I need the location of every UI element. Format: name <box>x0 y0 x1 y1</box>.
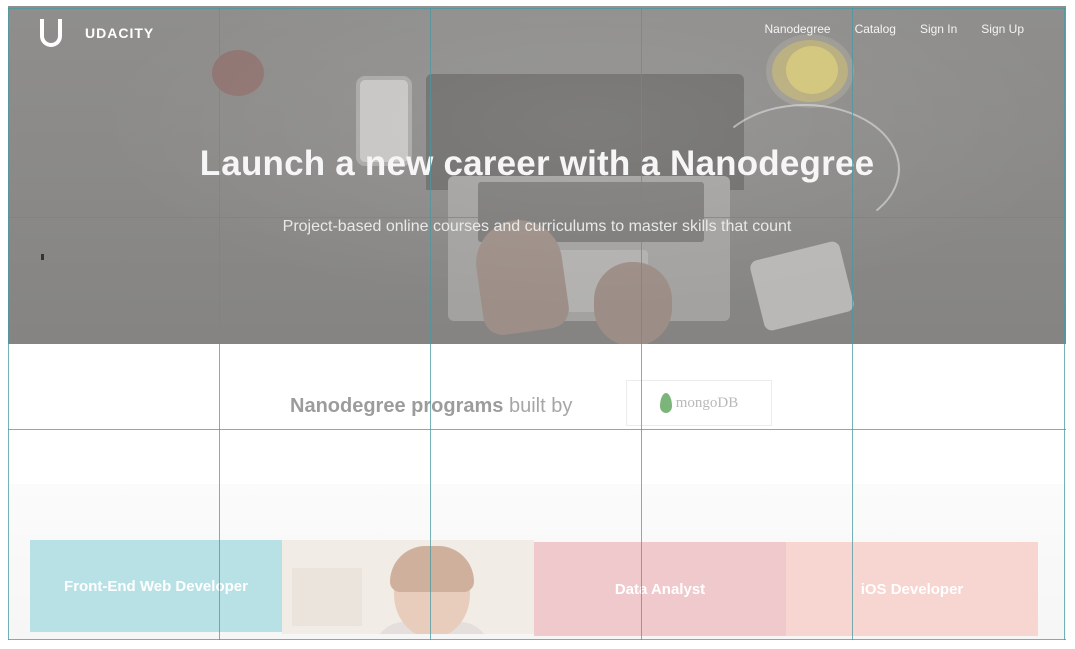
card-data-analyst[interactable]: Data Analyst <box>534 542 786 636</box>
grid-line-horizontal <box>8 429 1066 430</box>
card-ios-developer[interactable]: iOS Developer <box>786 542 1038 636</box>
grid-line-vertical <box>8 8 9 640</box>
nav-catalog[interactable]: Catalog <box>855 22 896 36</box>
nav-nanodegree[interactable]: Nanodegree <box>765 22 831 36</box>
nav-sign-in[interactable]: Sign In <box>920 22 957 36</box>
home-logo-link[interactable]: UDACITY <box>36 16 154 50</box>
leaf-icon <box>659 393 672 413</box>
hero-banner: UDACITY Nanodegree Catalog Sign In Sign … <box>8 6 1066 344</box>
grid-line-horizontal <box>8 8 1066 9</box>
grid-line-vertical <box>1064 8 1065 640</box>
grid-line-vertical <box>641 8 642 640</box>
grid-line-vertical <box>852 8 853 640</box>
brand-name: UDACITY <box>85 25 155 41</box>
udacity-u-logo-icon <box>36 16 66 50</box>
partner-name: mongoDB <box>675 394 739 411</box>
hero-title: Launch a new career with a Nanodegree <box>199 144 875 183</box>
built-by-text: Nanodegree programs built by <box>290 395 572 418</box>
nav-sign-up[interactable]: Sign Up <box>981 22 1024 36</box>
card-label: Data Analyst <box>614 580 706 598</box>
grid-line-vertical <box>219 8 220 640</box>
built-by-rest: built by <box>508 395 573 417</box>
card-front-end-web-developer[interactable]: Front-End Web Developer <box>30 540 282 632</box>
mouse-cursor-icon <box>41 254 44 260</box>
hero-subtitle: Project-based online courses and curricu… <box>282 218 792 235</box>
grid-line-horizontal <box>8 639 1066 640</box>
built-by-section: Nanodegree programs built by mongoDB <box>8 344 1066 484</box>
person-hair <box>390 546 474 592</box>
card-student-photo[interactable] <box>282 540 534 634</box>
top-nav: Nanodegree Catalog Sign In Sign Up <box>765 22 1025 36</box>
grid-line-horizontal <box>8 217 1066 218</box>
card-label: iOS Developer <box>860 580 964 598</box>
partner-logo[interactable]: mongoDB <box>626 380 772 426</box>
built-by-strong: Nanodegree programs <box>290 395 504 417</box>
background-window <box>292 568 362 626</box>
card-label: Front-End Web Developer <box>64 577 248 595</box>
grid-line-vertical <box>430 8 431 640</box>
